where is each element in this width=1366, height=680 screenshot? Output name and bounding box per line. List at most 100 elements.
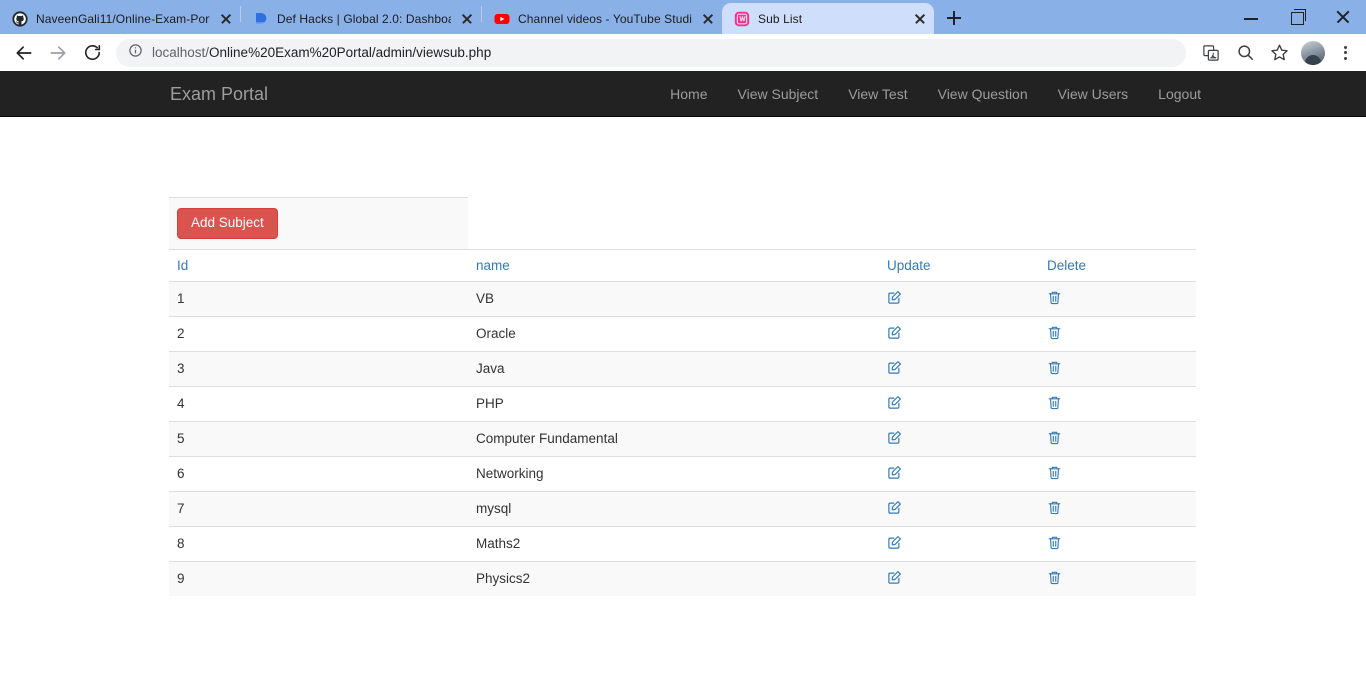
cell-update <box>879 280 1039 317</box>
cell-update <box>879 420 1039 457</box>
table-row: 6 Networking <box>169 455 1196 492</box>
address-bar[interactable]: localhost/Online%20Exam%20Portal/admin/v… <box>116 38 1186 67</box>
trash-can-icon[interactable] <box>1047 465 1062 480</box>
edit-pencil-square-icon[interactable] <box>887 290 902 305</box>
cell-delete <box>1039 280 1196 317</box>
column-header-name-link[interactable]: name <box>476 258 510 273</box>
tab-title: NaveenGali11/Online-Exam-Port <box>36 12 210 26</box>
cell-id: 8 <box>169 525 468 562</box>
column-header-id-link[interactable]: Id <box>177 258 188 273</box>
cell-delete <box>1039 560 1196 596</box>
cell-update <box>879 385 1039 422</box>
column-header-update-link[interactable]: Update <box>887 258 931 273</box>
cell-id: 6 <box>169 455 468 492</box>
cell-update <box>879 490 1039 527</box>
cell-id: 9 <box>169 560 468 596</box>
trash-can-icon[interactable] <box>1047 570 1062 585</box>
cell-id: 4 <box>169 385 468 422</box>
table-row: 8 Maths2 <box>169 525 1196 562</box>
youtube-icon <box>494 11 510 27</box>
new-tab-button[interactable] <box>940 4 968 32</box>
tab-close-icon[interactable] <box>459 11 475 27</box>
cell-name: Networking <box>468 455 879 492</box>
table-row: 1 VB <box>169 280 1196 317</box>
main-content: Add Subject Id name Update Delete 1 VB 2… <box>0 117 1366 596</box>
tab-title: Sub List <box>758 11 803 26</box>
edit-pencil-square-icon[interactable] <box>887 535 902 550</box>
trash-can-icon[interactable] <box>1047 360 1062 375</box>
trash-can-icon[interactable] <box>1047 395 1062 410</box>
zoom-search-icon[interactable] <box>1230 38 1260 68</box>
site-info-icon[interactable] <box>128 43 143 63</box>
reload-icon[interactable] <box>76 37 108 69</box>
maximize-icon[interactable] <box>1274 0 1320 34</box>
cell-name: Maths2 <box>468 525 879 562</box>
tab-close-icon[interactable] <box>218 11 234 27</box>
chrome-menu-icon[interactable] <box>1332 38 1358 68</box>
table-body: 1 VB 2 Oracle 3 Java 4 PHP 5 Computer Fu… <box>169 280 1196 596</box>
cell-name: Computer Fundamental <box>468 420 879 457</box>
cell-delete <box>1039 455 1196 492</box>
url-path: Online%20Exam%20Portal/admin/viewsub.php <box>209 45 492 60</box>
column-header-delete: Delete <box>1039 248 1196 282</box>
table-row: 3 Java <box>169 350 1196 387</box>
add-subject-row: Add Subject <box>169 196 1196 249</box>
tab-close-icon[interactable] <box>700 11 716 27</box>
cell-update <box>879 350 1039 387</box>
trash-can-icon[interactable] <box>1047 325 1062 340</box>
site-navbar: Exam Portal Home View Subject View Test … <box>0 71 1366 117</box>
edit-pencil-square-icon[interactable] <box>887 325 902 340</box>
trash-can-icon[interactable] <box>1047 430 1062 445</box>
table-row: 7 mysql <box>169 490 1196 527</box>
add-subject-cell: Add Subject <box>169 196 468 249</box>
profile-avatar[interactable] <box>1301 40 1325 65</box>
forward-icon[interactable] <box>42 37 74 69</box>
nav-link-view-subject[interactable]: View Subject <box>723 87 834 101</box>
edit-pencil-square-icon[interactable] <box>887 465 902 480</box>
edit-pencil-square-icon[interactable] <box>887 430 902 445</box>
column-header-delete-link[interactable]: Delete <box>1047 258 1086 273</box>
browser-tab-sub-list[interactable]: Sub List <box>722 3 934 34</box>
cell-name: VB <box>468 280 879 317</box>
translate-icon[interactable] <box>1196 38 1226 68</box>
trash-can-icon[interactable] <box>1047 290 1062 305</box>
cell-update <box>879 455 1039 492</box>
xampp-icon <box>734 11 750 27</box>
bookmark-star-icon[interactable] <box>1264 38 1294 68</box>
cell-delete <box>1039 350 1196 387</box>
cell-name: Physics2 <box>468 560 879 596</box>
add-subject-button[interactable]: Add Subject <box>177 208 278 239</box>
minimize-icon[interactable] <box>1228 0 1274 34</box>
table-header: Id name Update Delete <box>169 248 1196 282</box>
edit-pencil-square-icon[interactable] <box>887 570 902 585</box>
trash-can-icon[interactable] <box>1047 500 1062 515</box>
cell-id: 1 <box>169 280 468 317</box>
nav-link-view-question[interactable]: View Question <box>923 87 1043 101</box>
cell-id: 5 <box>169 420 468 457</box>
table-row: 2 Oracle <box>169 315 1196 352</box>
nav-link-view-test[interactable]: View Test <box>833 87 922 101</box>
cell-name: PHP <box>468 385 879 422</box>
nav-link-logout[interactable]: Logout <box>1143 87 1216 101</box>
url-host: localhost/ <box>152 45 210 60</box>
window-close-icon[interactable] <box>1320 0 1366 34</box>
browser-tab-github[interactable]: NaveenGali11/Online-Exam-Port <box>0 4 240 34</box>
browser-toolbar: localhost/Online%20Exam%20Portal/admin/v… <box>0 34 1366 71</box>
browser-tab-defhacks[interactable]: Def Hacks | Global 2.0: Dashboar <box>241 4 481 34</box>
nav-link-view-users[interactable]: View Users <box>1043 87 1144 101</box>
tab-title: Def Hacks | Global 2.0: Dashboar <box>277 12 451 26</box>
cell-update <box>879 560 1039 596</box>
toolbar-actions <box>1196 38 1358 68</box>
navbar-brand[interactable]: Exam Portal <box>170 85 268 103</box>
back-icon[interactable] <box>8 37 40 69</box>
table-row: 9 Physics2 <box>169 560 1196 596</box>
browser-tab-youtube[interactable]: Channel videos - YouTube Studio <box>482 4 722 34</box>
cell-delete <box>1039 420 1196 457</box>
edit-pencil-square-icon[interactable] <box>887 500 902 515</box>
edit-pencil-square-icon[interactable] <box>887 395 902 410</box>
table-row: 4 PHP <box>169 385 1196 422</box>
tab-close-icon[interactable] <box>912 11 928 27</box>
edit-pencil-square-icon[interactable] <box>887 360 902 375</box>
nav-link-home[interactable]: Home <box>655 87 722 101</box>
trash-can-icon[interactable] <box>1047 535 1062 550</box>
